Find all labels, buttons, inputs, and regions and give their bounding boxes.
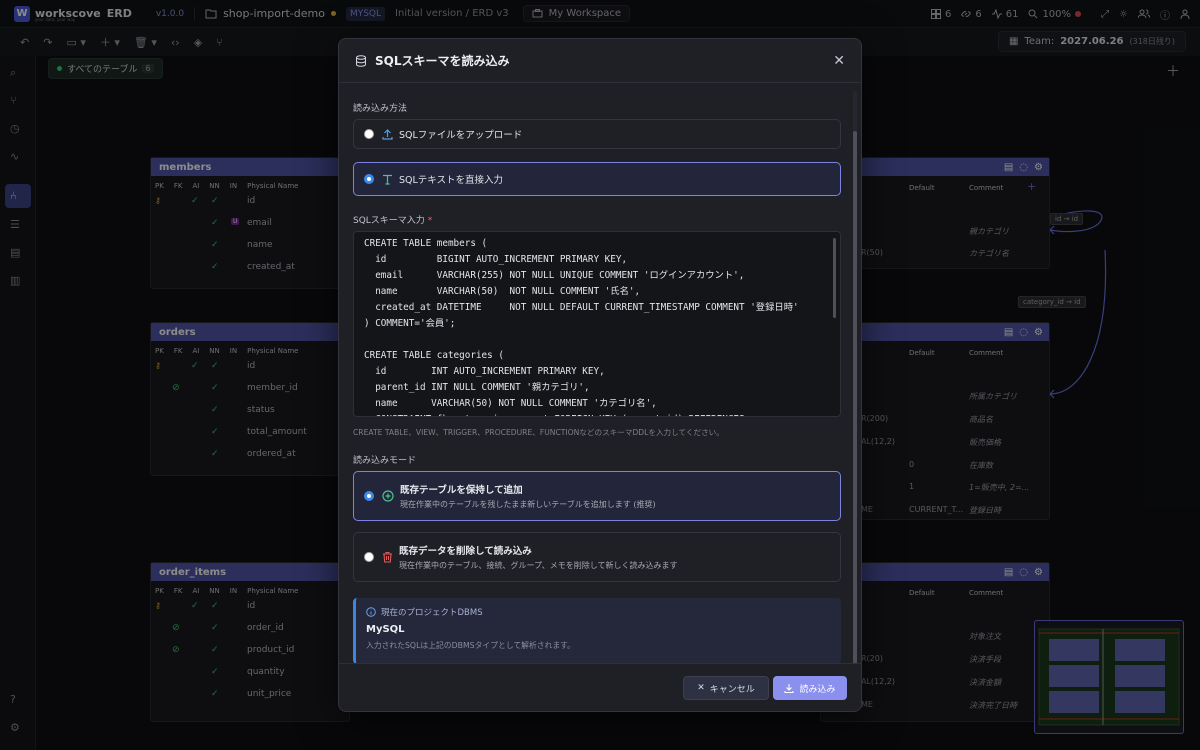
dbms-info-box: 現在のプロジェクトDBMS MySQL 入力されたSQLは上記のDBMSタイプと… (353, 598, 841, 664)
info-title: 現在のプロジェクトDBMS (381, 608, 483, 618)
radio-upload[interactable] (364, 129, 374, 139)
download-icon (784, 684, 795, 693)
info-desc: 入力されたSQLは上記のDBMSタイプとして解析されます。 (366, 641, 575, 650)
option-label: SQLファイルをアップロード (399, 130, 523, 141)
schema-input-label: SQLスキーマ入力 * (353, 213, 432, 226)
info-value: MySQL (366, 624, 405, 635)
close-icon[interactable]: ✕ (833, 53, 845, 69)
dialog-header: SQLスキーマを読み込み (339, 39, 861, 83)
method-option-text[interactable]: SQLテキストを直接入力 (353, 162, 841, 196)
info-header: 現在のプロジェクトDBMS (366, 606, 831, 618)
radio-replace[interactable] (364, 552, 374, 562)
option-title: 既存データを削除して読み込み (399, 546, 532, 557)
dialog-title: SQLスキーマを読み込み (375, 54, 510, 68)
load-label: 読み込み (799, 684, 836, 695)
sql-import-dialog: SQLスキーマを読み込み ✕ 読み込み方法 SQLファイルをアップロード SQL… (338, 38, 862, 712)
dialog-footer: ✕ キャンセル 読み込み (339, 663, 861, 711)
plus-circle-icon (382, 490, 394, 502)
sql-textarea[interactable]: CREATE TABLE members ( id BIGINT AUTO_IN… (353, 231, 841, 417)
textarea-scrollbar[interactable] (833, 238, 836, 318)
radio-text[interactable] (364, 174, 374, 184)
database-icon (356, 54, 366, 67)
option-label: SQLテキストを直接入力 (399, 175, 504, 186)
upload-icon (382, 128, 393, 140)
cancel-button[interactable]: ✕ キャンセル (683, 676, 769, 700)
option-desc: 現在作業中のテーブル、接続、グループ、メモを削除して新しく読み込みます (399, 561, 678, 570)
method-option-upload[interactable]: SQLファイルをアップロード (353, 119, 841, 149)
option-title: 既存テーブルを保持して追加 (400, 485, 523, 496)
text-icon (383, 174, 392, 185)
dialog-scroll-thumb[interactable] (853, 131, 857, 681)
mode-option-append[interactable]: 既存テーブルを保持して追加 現在作業中のテーブルを残したまま新しいテーブルを追加… (353, 471, 841, 521)
mode-label: 読み込みモード (353, 456, 417, 466)
method-label: 読み込み方法 (353, 104, 408, 114)
close-icon: ✕ (697, 683, 705, 693)
required-mark: * (427, 216, 433, 226)
dialog-body: 読み込み方法 SQLファイルをアップロード SQLテキストを直接入力 SQLスキ… (339, 84, 859, 664)
radio-append[interactable] (364, 491, 374, 501)
option-text: 既存データを削除して読み込み 現在作業中のテーブル、接続、グループ、メモを削除し… (399, 543, 678, 571)
mode-option-replace[interactable]: 既存データを削除して読み込み 現在作業中のテーブル、接続、グループ、メモを削除し… (353, 532, 841, 582)
schema-hint: CREATE TABLE、VIEW、TRIGGER、PROCEDURE、FUNC… (353, 428, 724, 437)
schema-label-text: SQLスキーマ入力 (353, 216, 425, 226)
sql-text: CREATE TABLE members ( id BIGINT AUTO_IN… (364, 238, 799, 416)
cancel-label: キャンセル (709, 684, 755, 695)
trash-icon (383, 551, 392, 563)
option-desc: 現在作業中のテーブルを残したまま新しいテーブルを追加します (推奨) (400, 500, 656, 509)
load-button[interactable]: 読み込み (773, 676, 847, 700)
option-text: 既存テーブルを保持して追加 現在作業中のテーブルを残したまま新しいテーブルを追加… (400, 482, 656, 510)
info-icon (366, 607, 376, 617)
